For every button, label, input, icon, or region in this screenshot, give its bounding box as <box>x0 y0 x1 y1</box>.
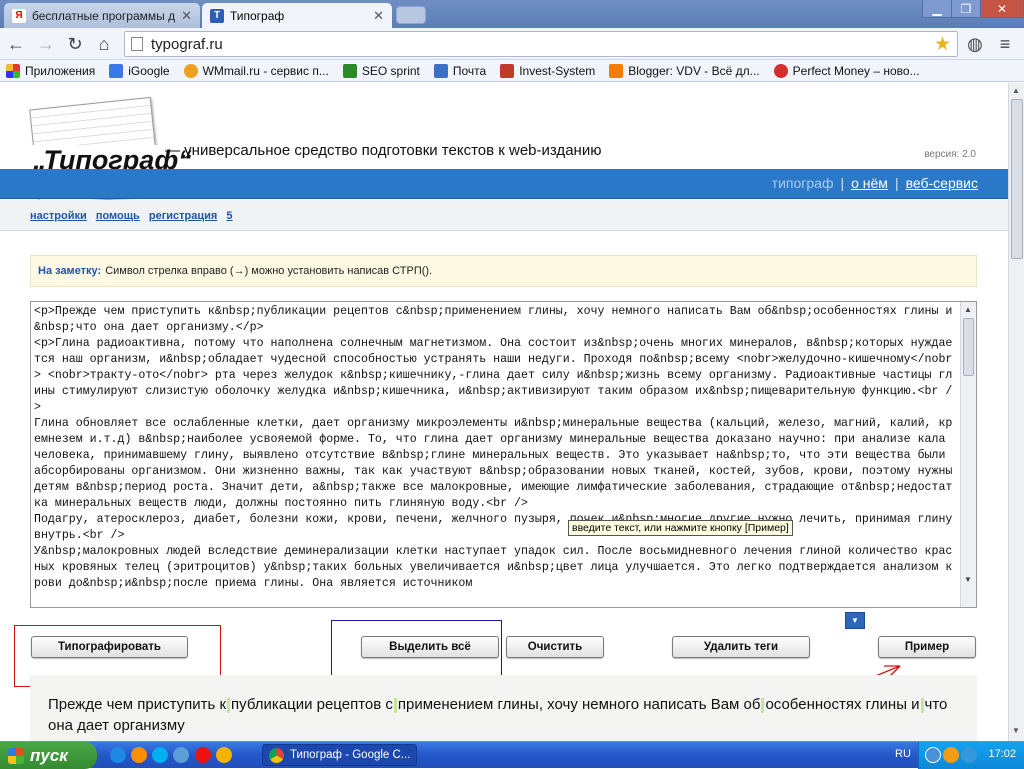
quicklaunch-icon[interactable] <box>173 747 189 763</box>
page-icon <box>131 37 143 51</box>
result-preview: Прежде чем приступить к публикации рецепт… <box>30 675 977 741</box>
preview-text: Прежде чем приступить к публикации рецепт… <box>48 696 948 734</box>
nbsp-marker <box>227 697 231 713</box>
windows-logo-icon <box>8 747 24 764</box>
perfect-money-icon <box>773 63 788 78</box>
bookmark-seosprint[interactable]: SEO sprint <box>342 63 420 78</box>
site-header-bar: типограф | о нём | веб-сервис <box>0 169 1008 199</box>
nbsp-marker <box>761 697 765 713</box>
blogger-icon <box>609 63 624 78</box>
scroll-down-icon[interactable]: ▼ <box>1012 726 1020 735</box>
maximize-button[interactable]: ❐ <box>951 0 981 18</box>
tray-app-icon[interactable] <box>943 747 959 763</box>
wrench-menu-icon[interactable]: ≡ <box>993 32 1017 56</box>
bookmark-wmmail[interactable]: WMmail.ru - сервис п... <box>183 63 329 78</box>
chevron-down-icon[interactable]: ▼ <box>845 612 865 629</box>
globe-icon[interactable]: ◍ <box>963 32 987 56</box>
skype-icon[interactable] <box>152 747 168 763</box>
address-bar[interactable]: typograf.ru ★ <box>124 31 958 57</box>
chrome-icon <box>269 747 284 763</box>
counter-link[interactable]: 5 <box>226 210 232 222</box>
forward-arrow-icon[interactable]: → <box>34 32 58 56</box>
bookmark-blogger[interactable]: Blogger: VDV - Всё дл... <box>609 63 760 78</box>
bookmark-mail[interactable]: Почта <box>433 63 486 78</box>
registration-link[interactable]: регистрация <box>149 210 217 222</box>
version-label: версия: 2.0 <box>924 149 976 160</box>
close-icon[interactable]: ✕ <box>373 8 384 24</box>
site-nav: типограф | о нём | веб-сервис <box>772 175 978 191</box>
tray-network-icon[interactable] <box>961 747 977 763</box>
help-link[interactable]: помощь <box>96 210 140 222</box>
tab-yandex[interactable]: Я бесплатные программы дл ✕ <box>4 3 200 28</box>
clock: 17:02 <box>988 748 1016 760</box>
bookmark-invest-system[interactable]: Invest-System <box>500 63 595 78</box>
home-icon[interactable]: ⌂ <box>92 32 116 56</box>
sub-navigation: настройки помощь регистрация 5 <box>0 200 1008 231</box>
ie-icon[interactable] <box>110 747 126 763</box>
remove-tags-button[interactable]: Удалить теги <box>672 636 810 658</box>
bookmark-perfect-money[interactable]: Perfect Money – ново... <box>773 63 920 78</box>
tray-expand-icon[interactable] <box>925 747 941 763</box>
mail-icon <box>433 63 448 78</box>
example-button[interactable]: Пример <box>878 636 976 658</box>
site-tagline: — универсальное средство подготовки текс… <box>165 142 602 159</box>
scroll-down-icon[interactable]: ▼ <box>964 575 972 584</box>
source-text: <p>Прежде чем приступить к&nbsp;публикац… <box>34 305 953 590</box>
system-tray: 17:02 <box>918 742 1024 769</box>
opera-icon[interactable] <box>131 747 147 763</box>
page-scrollbar[interactable]: ▲ ▼ <box>1008 83 1024 741</box>
nav-link-webservice[interactable]: веб-сервис <box>906 175 978 191</box>
tip-notice: На заметку: Символ стрелка вправо (→) мож… <box>30 255 977 287</box>
nav-link-about[interactable]: о нём <box>851 175 888 191</box>
window-close-button[interactable]: ✕ <box>980 0 1024 18</box>
tip-text: Символ стрелка вправо (→) можно установи… <box>105 265 433 277</box>
yandex-browser-icon[interactable] <box>195 747 211 763</box>
url-text: typograf.ru <box>151 35 223 53</box>
nav-current-typograf: типограф <box>771 175 834 191</box>
browser-tab-bar: Я бесплатные программы дл ✕ T Типограф ✕… <box>0 0 1024 28</box>
reload-icon[interactable]: ↻ <box>63 32 87 56</box>
scrollbar-thumb[interactable] <box>1011 99 1023 259</box>
new-tab-button[interactable] <box>396 6 426 24</box>
page-content: „Типограф“ — универсальное средство подг… <box>0 83 1008 741</box>
textarea-scrollbar[interactable]: ▲ ▼ <box>960 302 976 607</box>
clear-button[interactable]: Очистить <box>506 636 604 658</box>
tab-typograf[interactable]: T Типограф ✕ <box>202 3 392 28</box>
settings-link[interactable]: настройки <box>30 210 87 222</box>
nbsp-marker <box>393 697 397 713</box>
scrollbar-thumb[interactable] <box>963 318 974 376</box>
windows-taskbar: пуск Типограф - Google C... RU 17:02 <box>0 741 1024 769</box>
blue-highlight-box <box>331 620 502 683</box>
bookmark-igoogle[interactable]: iGoogle <box>109 63 170 78</box>
close-icon[interactable]: ✕ <box>181 8 192 24</box>
tab-title: Типограф <box>230 8 285 23</box>
browser-toolbar: ← → ↻ ⌂ typograf.ru ★ ◍ ≡ <box>0 28 1024 60</box>
language-indicator[interactable]: RU <box>895 748 911 760</box>
taskbar-item-chrome[interactable]: Типограф - Google C... <box>262 744 417 766</box>
bookmarks-bar: Приложения iGoogle WMmail.ru - сервис п.… <box>0 60 1024 82</box>
wmmail-icon <box>183 63 198 78</box>
igoogle-icon <box>109 63 124 78</box>
nbsp-marker <box>920 697 924 713</box>
chrome-icon[interactable] <box>216 747 232 763</box>
minimize-button[interactable]: ▁ <box>922 0 952 18</box>
textarea-tooltip: введите текст, или нажмите кнопку [Приме… <box>568 520 793 536</box>
source-textarea[interactable]: <p>Прежде чем приступить к&nbsp;публикац… <box>30 301 977 608</box>
apps-grid-icon <box>6 63 20 78</box>
tip-label: На заметку: <box>38 265 102 277</box>
typograf-favicon-icon: T <box>210 8 224 23</box>
bookmark-apps[interactable]: Приложения <box>6 63 95 78</box>
invest-icon <box>500 63 515 78</box>
yandex-favicon-icon: Я <box>12 8 26 23</box>
seosprint-icon <box>342 63 357 78</box>
nav-separator: | <box>840 175 845 191</box>
scroll-up-icon[interactable]: ▲ <box>1012 86 1020 95</box>
nav-separator: | <box>894 175 899 191</box>
scroll-up-icon[interactable]: ▲ <box>964 305 972 314</box>
tab-title: бесплатные программы дл <box>32 8 176 23</box>
start-button[interactable]: пуск <box>0 742 97 769</box>
bookmark-star-icon[interactable]: ★ <box>934 33 951 56</box>
back-arrow-icon[interactable]: ← <box>4 32 28 56</box>
